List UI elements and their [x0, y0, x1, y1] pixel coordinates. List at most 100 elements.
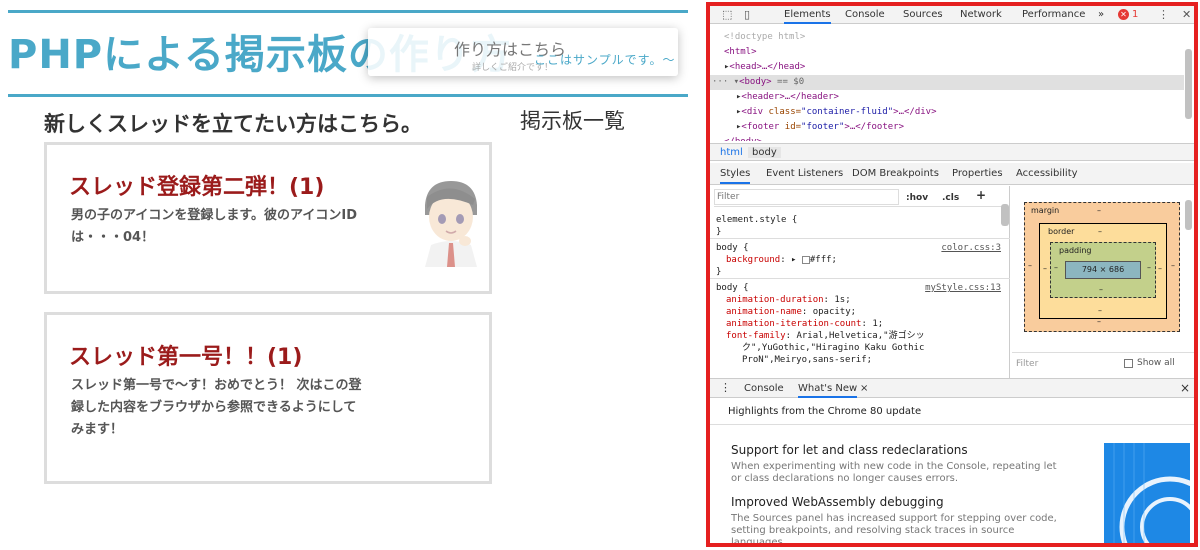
style-value-continued: ク",YuGothic,"Hiragino Kaku Gothic	[742, 343, 925, 353]
style-property: font-family	[726, 331, 786, 341]
computed-filter-input[interactable]: Filter	[1016, 359, 1038, 369]
padding-value: –	[1054, 263, 1058, 272]
website-viewport: PHPによる掲示板の作り方 作り方はこちら 詳しくご紹介です！ ここはサンプルで…	[0, 0, 700, 550]
styles-filter-input[interactable]	[714, 189, 899, 205]
dom-body-label: <body>	[739, 77, 772, 87]
styles-scrollbar[interactable]	[1001, 204, 1009, 226]
devtools-panel: ⬚ ▯ Elements Console Sources Network Per…	[706, 2, 1198, 547]
box-model-border[interactable]: border – – – – padding – – – 794 × 686	[1039, 223, 1167, 319]
error-count[interactable]: 1	[1132, 9, 1138, 20]
device-toolbar-icon[interactable]: ▯	[744, 8, 750, 21]
tab-console[interactable]: Console	[845, 9, 885, 20]
feature-description: When experimenting with new code in the …	[731, 461, 1057, 484]
close-tab-icon[interactable]: ×	[860, 383, 868, 394]
thread-title[interactable]: スレッド登録第二弾！(1)	[69, 169, 324, 201]
inspect-element-icon[interactable]: ⬚	[722, 8, 732, 21]
dom-doctype[interactable]: <!doctype html>	[724, 30, 805, 45]
tab-sources[interactable]: Sources	[903, 9, 943, 20]
tab-properties[interactable]: Properties	[952, 168, 1003, 179]
border-value: –	[1043, 264, 1047, 273]
show-all-checkbox[interactable]	[1124, 359, 1133, 368]
dom-body-close: </body>	[724, 135, 762, 141]
style-value: opacity;	[812, 307, 857, 317]
tab-event-listeners[interactable]: Event Listeners	[766, 168, 843, 179]
settings-icon[interactable]: ⋮	[1158, 8, 1169, 21]
breadcrumb-body[interactable]: body	[748, 147, 781, 158]
border-value: –	[1158, 264, 1162, 273]
new-rule-button[interactable]: +	[976, 189, 986, 201]
border-value: –	[1098, 227, 1102, 236]
styles-pane: :hov .cls + element.style { } body { col…	[710, 186, 1010, 378]
dom-tree: <!doctype html> <html> ▸<head>…</head> ·…	[710, 25, 1194, 143]
style-declaration[interactable]: animation-iteration-count: 1;	[726, 318, 883, 330]
whats-new-header: Highlights from the Chrome 80 update	[710, 399, 1194, 425]
thread-title[interactable]: スレッド第一号！！(1)	[69, 339, 302, 371]
rule-close-brace: }	[716, 227, 722, 237]
show-all-label: Show all	[1137, 358, 1175, 368]
feature-title[interactable]: Support for let and class redeclarations	[731, 443, 968, 457]
dom-footer-val: "footer"	[801, 122, 845, 132]
thread-card[interactable]: スレッド登録第二弾！(1) 男の子のアイコンを登録します。彼のアイコンIDは・・…	[44, 142, 492, 294]
tab-accessibility[interactable]: Accessibility	[1016, 168, 1078, 179]
style-value: 1;	[872, 319, 884, 329]
style-declaration[interactable]: font-family: Arial,Helvetica,"游ゴシッ	[726, 330, 925, 342]
breadcrumb-html[interactable]: html	[716, 147, 747, 158]
tab-performance[interactable]: Performance	[1022, 9, 1085, 20]
dom-html-node[interactable]: <html>	[724, 45, 757, 60]
rule-selector[interactable]: body {	[716, 242, 749, 254]
error-icon[interactable]: ✕	[1118, 9, 1129, 20]
tab-elements[interactable]: Elements	[784, 9, 831, 24]
style-declaration[interactable]: background: ▸ #fff;	[726, 254, 837, 266]
board-list-heading: 掲示板一覧	[520, 109, 625, 133]
dom-head-label: <head>…</head>	[729, 62, 806, 72]
class-toggle-button[interactable]: .cls	[942, 192, 959, 204]
tab-styles[interactable]: Styles	[720, 168, 751, 184]
style-declaration[interactable]: animation-duration: 1s;	[726, 294, 851, 306]
box-model-margin[interactable]: margin – – – – border – – – – padding – …	[1024, 202, 1180, 332]
computed-filter-row: Filter Show all	[1012, 352, 1194, 374]
drawer-tab-whats-new[interactable]: What's New	[798, 383, 858, 398]
style-property: animation-duration	[726, 295, 824, 305]
dom-footer-node[interactable]: ▸<footer id="footer">…</footer>	[736, 120, 904, 135]
drawer-tab-console[interactable]: Console	[744, 383, 784, 394]
dom-footer-tag: <footer	[741, 122, 785, 132]
margin-value: –	[1028, 261, 1032, 270]
box-model-padding[interactable]: padding – – – 794 × 686	[1050, 242, 1156, 298]
style-value-continued: ProN",Meiryo,sans-serif;	[742, 355, 873, 365]
close-drawer-icon[interactable]: ×	[1180, 381, 1190, 395]
dom-head-node[interactable]: ▸<head>…</head>	[724, 60, 805, 75]
rule-source-link[interactable]: myStyle.css:13	[925, 282, 1001, 294]
dom-scrollbar[interactable]	[1185, 49, 1192, 119]
devtools-toolbar: ⬚ ▯ Elements Console Sources Network Per…	[710, 6, 1194, 24]
drawer-menu-icon[interactable]: ⋮	[720, 381, 731, 394]
tab-network[interactable]: Network	[960, 9, 1002, 20]
tab-dom-breakpoints[interactable]: DOM Breakpoints	[852, 168, 939, 179]
boy-avatar-icon	[425, 181, 477, 267]
dom-header-node[interactable]: ▸<header>…</header>	[736, 90, 839, 105]
close-devtools-icon[interactable]: ✕	[1182, 8, 1191, 21]
thread-card[interactable]: スレッド第一号！！(1) スレッド第一号で～す！おめでとう！ 次はこの登録した内…	[44, 312, 492, 484]
rule-source-link[interactable]: color.css:3	[941, 242, 1001, 254]
box-model-content[interactable]: 794 × 686	[1065, 261, 1141, 279]
whats-new-panel: Highlights from the Chrome 80 update Sup…	[710, 399, 1194, 543]
rule-close-brace: }	[716, 267, 722, 277]
border-label: border	[1048, 227, 1075, 236]
box-model-scrollbar[interactable]	[1185, 200, 1192, 230]
style-value: Arial,Helvetica,"游ゴシッ	[796, 331, 925, 341]
dom-header-label: <header>…</header>	[741, 92, 839, 102]
dom-body-node[interactable]: ··· ▾<body> == $0	[712, 75, 804, 90]
style-declaration[interactable]: animation-name: opacity;	[726, 306, 856, 318]
breadcrumb: html body	[710, 143, 1194, 161]
color-swatch-icon[interactable]	[801, 255, 810, 264]
element-style-selector[interactable]: element.style {	[716, 214, 797, 226]
rule-selector[interactable]: body {	[716, 282, 749, 294]
dom-footer-rest: >…</footer>	[844, 122, 905, 132]
chrome-update-graphic	[1104, 443, 1190, 543]
dom-div-node[interactable]: ▸<div class="container-fluid">…</div>	[736, 105, 937, 120]
margin-label: margin	[1031, 206, 1060, 215]
more-tabs-button[interactable]: »	[1098, 9, 1104, 20]
new-thread-link[interactable]: 新しくスレッドを立てたい方はこちら。	[44, 108, 422, 138]
feature-title[interactable]: Improved WebAssembly debugging	[731, 495, 944, 509]
styles-filter-row: :hov .cls +	[714, 189, 1004, 207]
hover-state-button[interactable]: :hov	[906, 192, 928, 204]
